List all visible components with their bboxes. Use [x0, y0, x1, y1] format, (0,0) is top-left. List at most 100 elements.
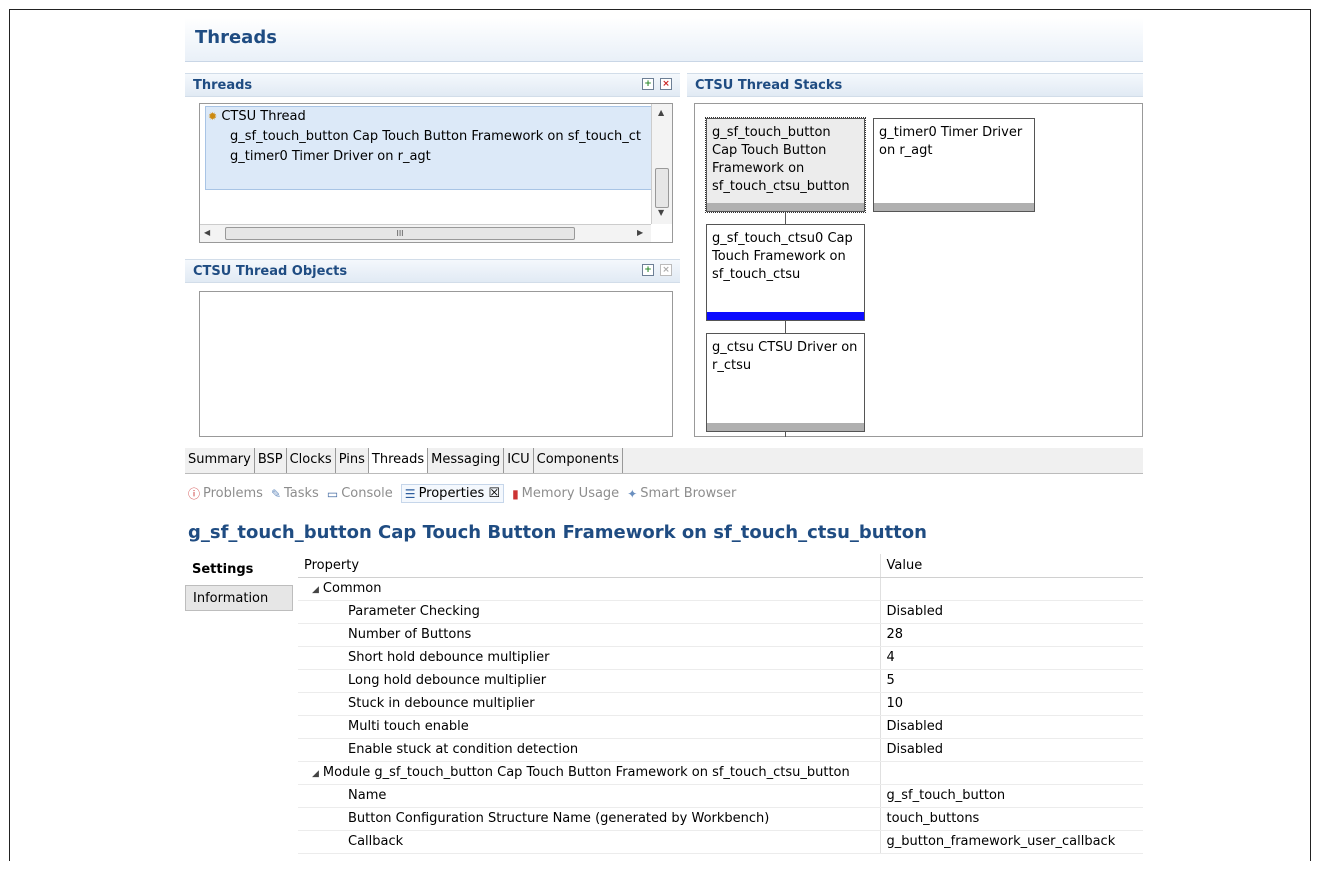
tree-item-timer0[interactable]: g_timer0 Timer Driver on r_agt — [230, 149, 431, 164]
console-icon: ▭ — [326, 486, 339, 501]
table-row[interactable]: Number of Buttons 28 — [298, 623, 1143, 647]
column-header-value: Value — [879, 554, 1143, 578]
property-value[interactable]: 5 — [879, 669, 1143, 693]
stacks-section: CTSU Thread Stacks — [687, 73, 1143, 97]
property-value[interactable]: Disabled — [879, 738, 1143, 762]
tab-summary[interactable]: Summary — [185, 448, 255, 473]
property-name: Multi touch enable — [298, 715, 880, 739]
stack-item-timer0[interactable]: g_timer0 Timer Driver on r_agt — [873, 118, 1035, 212]
tree-item-label: g_timer0 Timer Driver on r_agt — [230, 149, 431, 164]
threads-vertical-scrollbar[interactable]: ▲ ▼ — [651, 104, 672, 224]
property-name-text: Button Configuration Structure Name (gen… — [348, 811, 770, 826]
table-row[interactable]: Button Configuration Structure Name (gen… — [298, 807, 1143, 831]
scroll-down-icon[interactable]: ▼ — [658, 208, 664, 217]
property-name: Stuck in debounce multiplier — [298, 692, 880, 716]
table-row[interactable]: Name g_sf_touch_button — [298, 784, 1143, 808]
property-name: Parameter Checking — [298, 600, 880, 624]
table-row[interactable]: Short hold debounce multiplier 4 — [298, 646, 1143, 670]
stack-item-touch-ctsu0[interactable]: g_sf_touch_ctsu0 Cap Touch Framework on … — [706, 224, 865, 321]
expand-triangle-icon[interactable]: ◢ — [312, 769, 319, 779]
scroll-thumb[interactable] — [655, 168, 669, 208]
table-row[interactable]: Long hold debounce multiplier 5 — [298, 669, 1143, 693]
view-tab-smart-browser[interactable]: ✦ Smart Browser — [627, 486, 736, 501]
tab-bsp[interactable]: BSP — [254, 448, 287, 473]
threads-section-header: Threads + × — [185, 73, 680, 97]
tree-item-label: g_sf_touch_button Cap Touch Button Frame… — [230, 129, 642, 144]
stack-label: g_sf_touch_button Cap Touch Button Frame… — [712, 125, 850, 194]
stack-bar — [707, 203, 864, 211]
property-value — [879, 761, 1143, 785]
problems-icon: ⓘ — [188, 487, 201, 501]
expand-triangle-icon[interactable]: ◢ — [312, 585, 319, 595]
property-name-text: Short hold debounce multiplier — [348, 650, 550, 665]
scroll-right-icon[interactable]: ▶ — [637, 228, 643, 237]
tab-components[interactable]: Components — [533, 448, 623, 473]
page-header: Threads — [185, 18, 1143, 62]
property-name: Callback — [298, 830, 880, 854]
property-value[interactable]: Disabled — [879, 600, 1143, 624]
scroll-left-icon[interactable]: ◀ — [204, 228, 210, 237]
property-name-text: Module g_sf_touch_button Cap Touch Butto… — [322, 765, 850, 780]
table-group-row[interactable]: ◢ Module g_sf_touch_button Cap Touch Butt… — [298, 761, 1143, 785]
stack-bar — [707, 312, 864, 320]
threads-section: Threads + × — [185, 73, 680, 97]
scroll-up-icon[interactable]: ▲ — [658, 108, 664, 117]
objects-section-title: CTSU Thread Objects — [193, 264, 348, 279]
table-row[interactable]: Callback g_button_framework_user_callback — [298, 830, 1143, 854]
table-group-row[interactable]: ◢ Common — [298, 577, 1143, 601]
properties-title: g_sf_touch_button Cap Touch Button Frame… — [188, 522, 927, 543]
view-tab-properties[interactable]: ☰ Properties ☒ — [400, 484, 505, 503]
stacks-section-title: CTSU Thread Stacks — [695, 78, 843, 93]
view-tab-console[interactable]: ▭ Console — [327, 486, 393, 501]
stack-item-touch-button[interactable]: g_sf_touch_button Cap Touch Button Frame… — [705, 117, 866, 213]
tab-pins[interactable]: Pins — [335, 448, 369, 473]
objects-box — [199, 291, 673, 437]
view-tab-problems[interactable]: ⓘ Problems — [188, 485, 263, 502]
tree-item-touch-button[interactable]: g_sf_touch_button Cap Touch Button Frame… — [230, 129, 641, 144]
side-tab-information[interactable]: Information — [185, 585, 293, 611]
property-name: Long hold debounce multiplier — [298, 669, 880, 693]
editor-tabs: Summary BSP Clocks Pins Threads Messagin… — [185, 448, 1143, 474]
tab-threads[interactable]: Threads — [368, 448, 429, 473]
tree-item-ctsu-thread[interactable]: ✹ CTSU Thread — [208, 109, 306, 124]
property-value[interactable]: touch_buttons — [879, 807, 1143, 831]
remove-thread-icon[interactable]: × — [660, 78, 672, 90]
stack-bar — [874, 203, 1034, 211]
stack-item-ctsu-driver[interactable]: g_ctsu CTSU Driver on r_ctsu — [706, 333, 865, 432]
property-name-text: Number of Buttons — [348, 627, 472, 642]
table-row[interactable]: Multi touch enable Disabled — [298, 715, 1143, 739]
stack-label: g_ctsu CTSU Driver on r_ctsu — [712, 340, 858, 373]
add-object-icon[interactable]: + — [642, 264, 654, 276]
properties-side-tabs: Settings Information — [185, 553, 295, 863]
view-tab-memory-usage[interactable]: ▮ Memory Usage — [512, 486, 619, 501]
hscroll-thumb[interactable]: III — [225, 227, 575, 240]
table-row[interactable]: Enable stuck at condition detection Disab… — [298, 738, 1143, 762]
property-name-text: Enable stuck at condition detection — [348, 742, 579, 757]
threads-horizontal-scrollbar[interactable]: ◀ III ▶ — [200, 224, 651, 242]
property-value[interactable]: Disabled — [879, 715, 1143, 739]
property-value[interactable]: 4 — [879, 646, 1143, 670]
property-value[interactable]: g_button_framework_user_callback — [879, 830, 1143, 854]
add-thread-icon[interactable]: + — [642, 78, 654, 90]
tab-messaging[interactable]: Messaging — [428, 448, 505, 473]
side-tab-settings[interactable]: Settings — [185, 557, 293, 583]
table-row[interactable]: Stuck in debounce multiplier 10 — [298, 692, 1143, 716]
table-header-row: Property Value — [298, 554, 1143, 578]
property-value[interactable]: 28 — [879, 623, 1143, 647]
property-value — [879, 577, 1143, 601]
tab-icu[interactable]: ICU — [504, 448, 534, 473]
table-row[interactable]: Parameter Checking Disabled — [298, 600, 1143, 624]
property-value[interactable]: 10 — [879, 692, 1143, 716]
stack-connector — [785, 212, 786, 224]
view-tab-tasks[interactable]: ✎ Tasks — [271, 486, 319, 501]
view-tabs: ⓘ Problems ✎ Tasks ▭ Console ☰ Propertie… — [188, 484, 736, 503]
tab-clocks[interactable]: Clocks — [286, 448, 336, 473]
stack-connector — [785, 321, 786, 333]
thread-gear-icon: ✹ — [208, 110, 218, 123]
property-value[interactable]: g_sf_touch_button — [879, 784, 1143, 808]
property-name-text: Long hold debounce multiplier — [348, 673, 547, 688]
page-title: Threads — [195, 27, 277, 48]
objects-section-header: CTSU Thread Objects + × — [185, 259, 680, 283]
property-name-text: Common — [322, 581, 382, 596]
property-name-text: Parameter Checking — [348, 604, 480, 619]
